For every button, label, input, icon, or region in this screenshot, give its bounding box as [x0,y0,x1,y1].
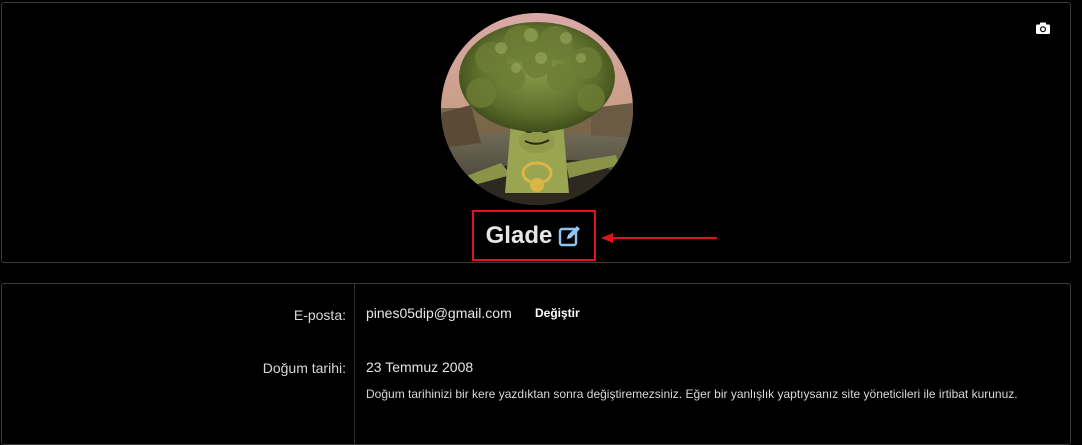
account-settings-card: E-posta: pines05dip@gmail.com Değiştir D… [1,283,1071,445]
email-value: pines05dip@gmail.com [366,305,512,321]
birthdate-label: Doğum tarihi: [262,360,346,376]
change-email-button[interactable]: Değiştir [535,306,580,320]
edit-icon[interactable] [558,224,582,248]
birthdate-value: 23 Temmuz 2008 [366,359,474,375]
username-highlight: Glade [472,210,596,261]
column-divider [354,284,355,444]
camera-icon[interactable] [1036,21,1050,34]
birthdate-note: Doğum tarihinizi bir kere yazdıktan sonr… [366,387,1018,401]
profile-card: Glade [1,2,1071,263]
annotation-arrow [601,233,717,243]
avatar[interactable] [441,13,633,205]
username: Glade [485,221,553,249]
email-label: E-posta: [293,307,346,323]
broccoli-avatar-icon [441,13,633,205]
